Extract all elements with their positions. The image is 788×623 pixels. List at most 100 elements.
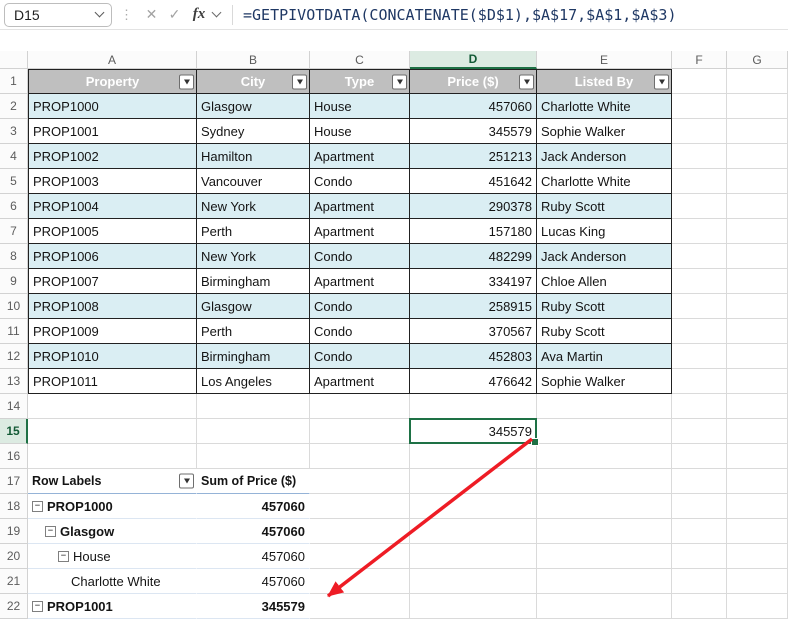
column-header-D[interactable]: D	[410, 51, 537, 69]
insert-function-button[interactable]: fx	[186, 3, 220, 27]
cell-A15[interactable]	[28, 419, 197, 444]
cell-C19[interactable]	[310, 519, 410, 544]
row-header-22[interactable]: 22	[0, 594, 28, 619]
cell-C18[interactable]	[310, 494, 410, 519]
cell-A6[interactable]: PROP1004	[28, 194, 197, 219]
filter-dropdown-listed-by[interactable]	[654, 74, 669, 89]
column-header-E[interactable]: E	[537, 51, 672, 69]
cell-B10[interactable]: Glasgow	[197, 294, 310, 319]
name-box[interactable]: D15	[4, 3, 112, 27]
cell-E11[interactable]: Ruby Scott	[537, 319, 672, 344]
cell-E7[interactable]: Lucas King	[537, 219, 672, 244]
cell-C6[interactable]: Apartment	[310, 194, 410, 219]
cell-B1[interactable]: City	[197, 69, 310, 94]
cell-E15[interactable]	[537, 419, 672, 444]
cell-F15[interactable]	[672, 419, 727, 444]
cell-C15[interactable]	[310, 419, 410, 444]
cell-D4[interactable]: 251213	[410, 144, 537, 169]
row-header-8[interactable]: 8	[0, 244, 28, 269]
cell-E20[interactable]	[537, 544, 672, 569]
enter-button[interactable]: ✓	[163, 3, 186, 27]
cell-F7[interactable]	[672, 219, 727, 244]
cell-B14[interactable]	[197, 394, 310, 419]
cell-C7[interactable]: Apartment	[310, 219, 410, 244]
column-header-B[interactable]: B	[197, 51, 310, 69]
cell-G15[interactable]	[727, 419, 788, 444]
cell-G10[interactable]	[727, 294, 788, 319]
cell-D18[interactable]	[410, 494, 537, 519]
cell-D22[interactable]	[410, 594, 537, 619]
cell-E9[interactable]: Chloe Allen	[537, 269, 672, 294]
cell-B22[interactable]: 345579	[197, 594, 310, 619]
cell-A16[interactable]	[28, 444, 197, 469]
row-header-18[interactable]: 18	[0, 494, 28, 519]
cell-G18[interactable]	[727, 494, 788, 519]
cell-A8[interactable]: PROP1006	[28, 244, 197, 269]
cell-G9[interactable]	[727, 269, 788, 294]
chevron-down-icon[interactable]	[95, 8, 105, 18]
cell-C1[interactable]: Type	[310, 69, 410, 94]
cell-G12[interactable]	[727, 344, 788, 369]
collapse-button[interactable]: −	[32, 501, 43, 512]
cell-B3[interactable]: Sydney	[197, 119, 310, 144]
cell-B4[interactable]: Hamilton	[197, 144, 310, 169]
row-header-1[interactable]: 1	[0, 69, 28, 94]
cell-F19[interactable]	[672, 519, 727, 544]
cell-D3[interactable]: 345579	[410, 119, 537, 144]
cell-B16[interactable]	[197, 444, 310, 469]
cell-C21[interactable]	[310, 569, 410, 594]
row-header-7[interactable]: 7	[0, 219, 28, 244]
cell-F9[interactable]	[672, 269, 727, 294]
cell-B15[interactable]	[197, 419, 310, 444]
cell-G5[interactable]	[727, 169, 788, 194]
row-header-13[interactable]: 13	[0, 369, 28, 394]
row-header-20[interactable]: 20	[0, 544, 28, 569]
cell-D15[interactable]: 345579	[410, 419, 537, 444]
cell-A1[interactable]: Property	[28, 69, 197, 94]
cell-G17[interactable]	[727, 469, 788, 494]
select-all-corner[interactable]	[0, 51, 28, 69]
cell-A19[interactable]: −Glasgow	[28, 519, 197, 544]
cell-A2[interactable]: PROP1000	[28, 94, 197, 119]
cell-C17[interactable]	[310, 469, 410, 494]
cell-E14[interactable]	[537, 394, 672, 419]
cell-D7[interactable]: 157180	[410, 219, 537, 244]
cell-B9[interactable]: Birmingham	[197, 269, 310, 294]
cell-C14[interactable]	[310, 394, 410, 419]
cell-E19[interactable]	[537, 519, 672, 544]
cell-D11[interactable]: 370567	[410, 319, 537, 344]
cell-A22[interactable]: −PROP1001	[28, 594, 197, 619]
cell-F8[interactable]	[672, 244, 727, 269]
collapse-button[interactable]: −	[58, 551, 69, 562]
row-header-4[interactable]: 4	[0, 144, 28, 169]
cell-D9[interactable]: 334197	[410, 269, 537, 294]
cell-C12[interactable]: Condo	[310, 344, 410, 369]
collapse-button[interactable]: −	[45, 526, 56, 537]
filter-dropdown-price-[interactable]	[519, 74, 534, 89]
cell-A18[interactable]: −PROP1000	[28, 494, 197, 519]
filter-dropdown-type[interactable]	[392, 74, 407, 89]
cell-G6[interactable]	[727, 194, 788, 219]
cell-A9[interactable]: PROP1007	[28, 269, 197, 294]
cell-C5[interactable]: Condo	[310, 169, 410, 194]
cell-A4[interactable]: PROP1002	[28, 144, 197, 169]
cell-G22[interactable]	[727, 594, 788, 619]
cell-D14[interactable]	[410, 394, 537, 419]
cell-D20[interactable]	[410, 544, 537, 569]
cell-E1[interactable]: Listed By	[537, 69, 672, 94]
column-header-A[interactable]: A	[28, 51, 197, 69]
cell-E3[interactable]: Sophie Walker	[537, 119, 672, 144]
cell-F14[interactable]	[672, 394, 727, 419]
cell-G2[interactable]	[727, 94, 788, 119]
cell-C4[interactable]: Apartment	[310, 144, 410, 169]
cell-F6[interactable]	[672, 194, 727, 219]
cell-A14[interactable]	[28, 394, 197, 419]
cell-B17[interactable]: Sum of Price ($)	[197, 469, 310, 494]
cell-B21[interactable]: 457060	[197, 569, 310, 594]
cell-B11[interactable]: Perth	[197, 319, 310, 344]
row-header-21[interactable]: 21	[0, 569, 28, 594]
cell-E2[interactable]: Charlotte White	[537, 94, 672, 119]
cell-G14[interactable]	[727, 394, 788, 419]
cell-F12[interactable]	[672, 344, 727, 369]
cell-E22[interactable]	[537, 594, 672, 619]
